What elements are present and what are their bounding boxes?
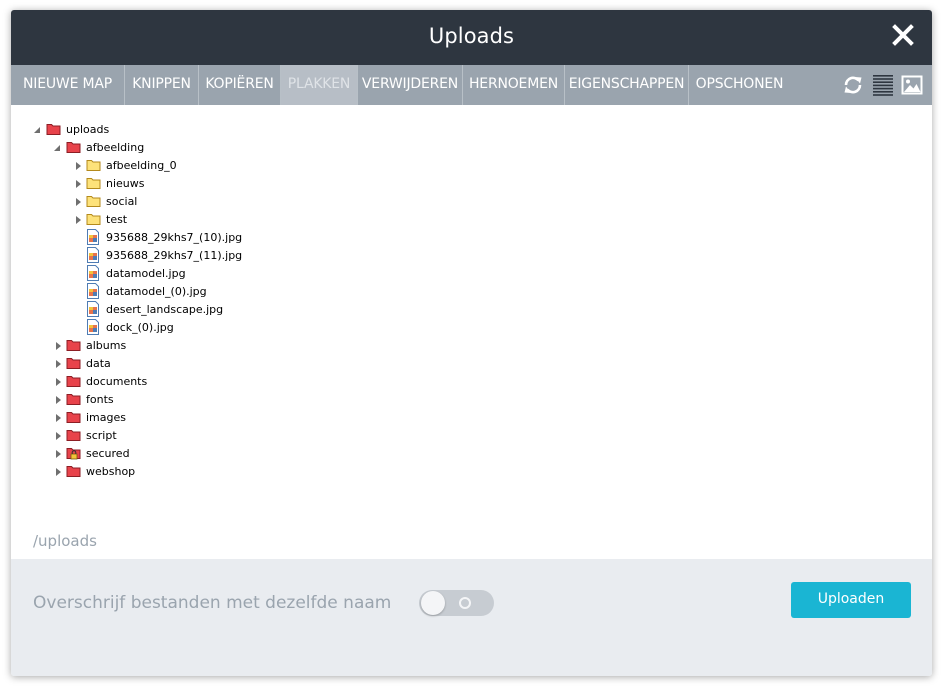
thumbnail-view-icon[interactable] [901, 74, 923, 96]
image-file-icon [87, 247, 99, 263]
tree-label: nieuws [106, 177, 145, 190]
tree-label: test [106, 213, 128, 226]
collapsed-arrow-icon[interactable] [74, 179, 82, 189]
toggle-knob [421, 591, 445, 615]
collapsed-arrow-icon[interactable] [54, 449, 62, 459]
red-folder-icon [46, 124, 61, 135]
toolbar: NIEUWE MAP KNIPPEN KOPIËREN PLAKKEN VERW… [11, 65, 932, 105]
yellow-folder-icon [86, 196, 101, 207]
yellow-folder-icon [86, 160, 101, 171]
current-path: /uploads [33, 532, 97, 550]
delete-button[interactable]: VERWIJDEREN [358, 65, 463, 105]
tree-label: uploads [66, 123, 110, 136]
red-folder-icon [66, 466, 81, 477]
properties-button[interactable]: EIGENSCHAPPEN [565, 65, 689, 105]
tree-label: albums [86, 339, 127, 352]
close-icon[interactable] [892, 24, 914, 46]
upload-button[interactable]: Uploaden [791, 582, 911, 618]
image-file-icon [87, 283, 99, 299]
red-folder-icon [66, 376, 81, 387]
red-folder-icon [66, 358, 81, 369]
collapsed-arrow-icon[interactable] [54, 395, 62, 405]
cut-button[interactable]: KNIPPEN [125, 65, 199, 105]
rename-button[interactable]: HERNOEMEN [463, 65, 565, 105]
title-bar: Uploads [11, 10, 932, 65]
tree-label: datamodel_(0).jpg [106, 285, 207, 298]
list-view-icon[interactable] [872, 74, 894, 96]
tree-label: afbeelding_0 [106, 159, 177, 172]
new-folder-button[interactable]: NIEUWE MAP [11, 65, 125, 105]
collapsed-arrow-icon[interactable] [74, 197, 82, 207]
tree-label: fonts [86, 393, 114, 406]
paste-button[interactable]: PLAKKEN [281, 65, 358, 105]
overwrite-label: Overschrijf bestanden met dezelfde naam [33, 593, 392, 613]
red-folder-icon [66, 430, 81, 441]
cleanup-button[interactable]: OPSCHONEN [689, 65, 790, 105]
collapsed-arrow-icon[interactable] [54, 377, 62, 387]
copy-button[interactable]: KOPIËREN [199, 65, 281, 105]
tree-label: desert_landscape.jpg [106, 303, 224, 316]
expanded-arrow-icon[interactable] [53, 143, 61, 153]
uploads-dialog: Uploads NIEUWE MAP KNIPPEN KOPIËREN PLAK… [11, 10, 932, 676]
collapsed-arrow-icon[interactable] [54, 341, 62, 351]
tree-label: images [86, 411, 126, 424]
image-file-icon [87, 319, 99, 335]
toggle-off-indicator [459, 597, 471, 609]
image-file-icon [87, 229, 99, 245]
tree-label: 935688_29khs7_(10).jpg [106, 231, 243, 244]
tree-label: social [106, 195, 138, 208]
expanded-arrow-icon[interactable] [33, 125, 41, 135]
tree-label: webshop [86, 465, 136, 478]
tree-label: 935688_29khs7_(11).jpg [106, 249, 243, 262]
image-file-icon [87, 301, 99, 317]
collapsed-arrow-icon[interactable] [54, 359, 62, 369]
image-file-icon [87, 265, 99, 281]
dialog-footer: Overschrijf bestanden met dezelfde naam … [11, 559, 932, 676]
tree-label: afbeelding [86, 141, 145, 154]
red-folder-icon [66, 340, 81, 351]
overwrite-toggle[interactable] [419, 590, 494, 616]
refresh-icon[interactable] [842, 74, 864, 96]
collapsed-arrow-icon[interactable] [54, 467, 62, 477]
dialog-title: Uploads [428, 24, 515, 48]
tree-label: script [86, 429, 117, 442]
collapsed-arrow-icon[interactable] [74, 161, 82, 171]
red-folder-icon [66, 142, 81, 153]
tree-label: documents [86, 375, 148, 388]
tree-label: data [86, 357, 111, 370]
tree-label: datamodel.jpg [106, 267, 186, 280]
yellow-folder-icon [86, 178, 101, 189]
locked-folder-icon [66, 448, 81, 460]
collapsed-arrow-icon[interactable] [74, 215, 82, 225]
red-folder-icon [66, 412, 81, 423]
collapsed-arrow-icon[interactable] [54, 413, 62, 423]
red-folder-icon [66, 394, 81, 405]
yellow-folder-icon [86, 214, 101, 225]
tree-label: secured [86, 447, 130, 460]
collapsed-arrow-icon[interactable] [54, 431, 62, 441]
tree-label: dock_(0).jpg [106, 321, 174, 334]
